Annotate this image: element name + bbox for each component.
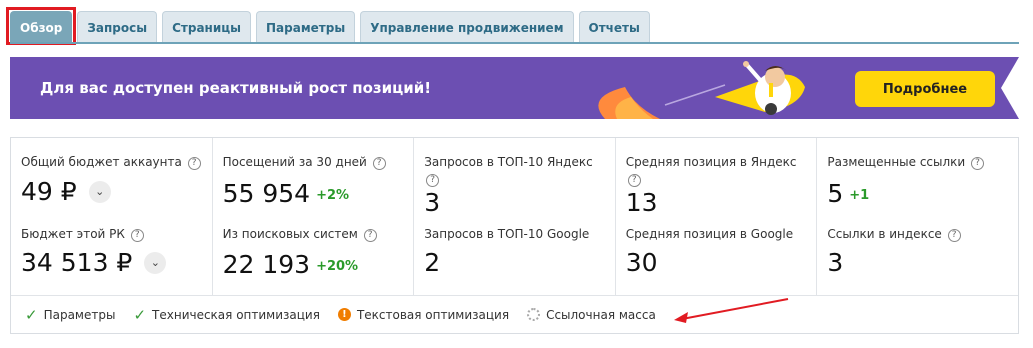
stat-sub: Средняя позиция в Google 30 — [626, 226, 793, 278]
stat-avg-position: Средняя позиция в Яндекс? 13 Средняя поз… — [616, 138, 818, 295]
stat-sub-value-text: 2 — [424, 248, 441, 277]
stat-sub-value-text: 30 — [625, 248, 658, 277]
stat-sub-label-text: Средняя позиция в Google — [625, 227, 794, 241]
stat-value-text: 55 954 — [222, 179, 311, 208]
promo-banner: Для вас доступен реактивный рост позиций… — [10, 57, 1019, 119]
stat-value: 3 — [424, 188, 615, 218]
tab-overview[interactable]: Обзор — [10, 11, 73, 43]
stat-sub-value: 2 — [424, 248, 589, 278]
stat-delta: +1 — [849, 188, 870, 203]
stat-sub-label: Из поисковых систем ? — [223, 226, 377, 243]
stat-value: 49 ₽ ⌄ — [21, 177, 212, 207]
status-label: Текстовая оптимизация — [356, 307, 510, 322]
stats-grid: Общий бюджет аккаунта ? 49 ₽ ⌄ Бюджет это… — [11, 138, 1018, 295]
stat-value: 5 +1 — [827, 177, 1018, 211]
stat-sub-value: 34 513 ₽ ⌄ — [21, 248, 167, 278]
banner-text: Для вас доступен реактивный рост позиций… — [40, 79, 432, 97]
stat-visits: Посещений за 30 дней ? 55 954 +2% Из поис… — [213, 138, 415, 295]
warning-icon: ! — [337, 308, 351, 321]
stat-value: 13 — [626, 188, 817, 218]
chevron-down-icon[interactable]: ⌄ — [144, 252, 167, 274]
stat-sub-label: Запросов в ТОП-10 Google — [424, 226, 589, 243]
status-label: Параметры — [43, 307, 116, 322]
status-item-parameters[interactable]: ✓ Параметры — [25, 306, 115, 324]
stat-delta: +2% — [316, 188, 350, 203]
stat-sub: Из поисковых систем ? 22 193 +20% — [223, 226, 377, 282]
status-item-text-optimization[interactable]: ! Текстовая оптимизация — [337, 307, 510, 322]
stat-sub-delta: +20% — [316, 259, 359, 274]
stat-sub-label-text: Бюджет этой РК — [21, 227, 125, 241]
stat-label-text: Посещений за 30 дней — [222, 155, 367, 169]
help-icon[interactable]: ? — [363, 229, 377, 242]
stat-label-text: Средняя позиция в Яндекс — [625, 155, 797, 169]
stat-sub-value-text: 3 — [827, 248, 844, 277]
stat-sub-value: 30 — [626, 248, 793, 278]
tab-queries[interactable]: Запросы — [77, 11, 158, 43]
stat-sub-label-text: Ссылки в индексе — [827, 227, 942, 241]
stat-sub-value: 22 193 +20% — [223, 248, 377, 282]
stat-label: Средняя позиция в Яндекс? — [626, 154, 817, 188]
stat-sub-label: Бюджет этой РК ? — [21, 226, 166, 243]
status-item-link-mass[interactable]: Ссылочная масса — [527, 308, 656, 322]
stat-sub-value: 3 — [827, 248, 960, 278]
checkmark-icon: ✓ — [133, 305, 147, 324]
stat-value-text: 3 — [424, 188, 441, 217]
stat-sub-value-text: 34 513 ₽ — [21, 248, 133, 277]
stat-yandex-top10: Запросов в ТОП-10 Яндекс? 3 Запросов в Т… — [414, 138, 616, 295]
stat-label: Посещений за 30 дней ? — [223, 154, 414, 171]
stat-label-text: Общий бюджет аккаунта — [21, 155, 182, 169]
annotation-arrow-icon — [674, 298, 789, 323]
status-item-technical[interactable]: ✓ Техническая оптимизация — [133, 306, 320, 324]
tab-promotion-management[interactable]: Управление продвижением — [360, 11, 574, 43]
banner-notch — [1001, 57, 1019, 119]
stat-sub-label: Ссылки в индексе ? — [827, 226, 961, 243]
stat-label-text: Размещенные ссылки — [827, 155, 966, 169]
tab-reports[interactable]: Отчеты — [578, 11, 650, 43]
stat-label: Запросов в ТОП-10 Яндекс? — [424, 154, 615, 188]
rocket-character-illustration — [598, 61, 805, 119]
tab-bar: Обзор Запросы Страницы Параметры Управле… — [6, 7, 650, 45]
stat-value-text: 49 ₽ — [21, 177, 77, 206]
stat-label: Размещенные ссылки ? — [827, 154, 1018, 171]
tab-pages[interactable]: Страницы — [162, 11, 252, 43]
stat-value-text: 13 — [625, 188, 658, 217]
stat-value-text: 5 — [827, 179, 844, 208]
tab-overview-wrapper: Обзор — [6, 7, 77, 45]
details-button[interactable]: Подробнее — [855, 71, 995, 107]
loading-spinner-icon — [527, 308, 541, 321]
help-icon[interactable]: ? — [947, 229, 961, 242]
chevron-down-icon[interactable]: ⌄ — [88, 181, 111, 203]
help-icon[interactable]: ? — [372, 157, 386, 170]
stat-budget: Общий бюджет аккаунта ? 49 ₽ ⌄ Бюджет это… — [11, 138, 213, 295]
checkmark-icon: ✓ — [25, 305, 38, 324]
help-icon[interactable]: ? — [187, 157, 201, 170]
stat-sub-label-text: Запросов в ТОП-10 Google — [424, 227, 590, 241]
tab-parameters[interactable]: Параметры — [256, 11, 356, 43]
stat-label-text: Запросов в ТОП-10 Яндекс — [424, 155, 593, 169]
status-bar: ✓ Параметры ✓ Техническая оптимизация ! … — [11, 295, 1018, 333]
stat-sub: Бюджет этой РК ? 34 513 ₽ ⌄ — [21, 226, 167, 278]
status-label: Техническая оптимизация — [152, 307, 320, 322]
stat-sub: Ссылки в индексе ? 3 — [827, 226, 961, 278]
stat-sub-label: Средняя позиция в Google — [626, 226, 793, 243]
stat-sub: Запросов в ТОП-10 Google 2 — [424, 226, 589, 278]
stat-value: 55 954 +2% — [223, 177, 414, 211]
stat-sub-label-text: Из поисковых систем — [222, 227, 358, 241]
tab-underline — [10, 42, 1019, 44]
help-icon[interactable]: ? — [130, 229, 144, 242]
stat-sub-value-text: 22 193 — [222, 250, 311, 279]
stat-links: Размещенные ссылки ? 5 +1 Ссылки в индекс… — [817, 138, 1018, 295]
stat-label: Общий бюджет аккаунта ? — [21, 154, 212, 171]
help-icon[interactable]: ? — [627, 174, 641, 187]
status-label: Ссылочная масса — [546, 307, 656, 322]
help-icon[interactable]: ? — [426, 174, 440, 187]
help-icon[interactable]: ? — [971, 157, 985, 170]
stats-panel: Общий бюджет аккаунта ? 49 ₽ ⌄ Бюджет это… — [10, 137, 1019, 334]
